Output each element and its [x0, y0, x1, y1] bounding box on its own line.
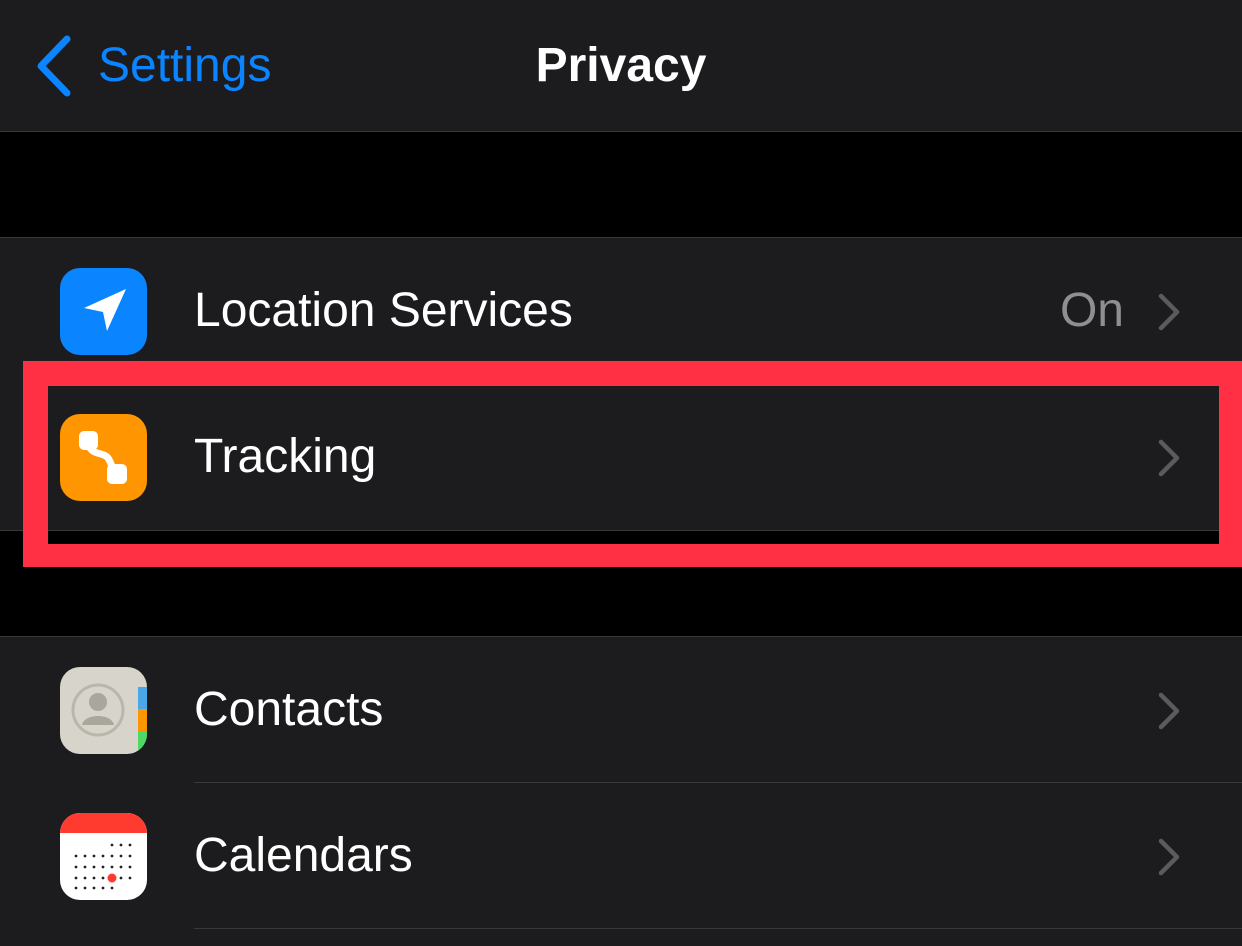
contacts-icon — [60, 667, 147, 754]
settings-group-apps: Contacts Calendars — [0, 636, 1242, 946]
calendars-label: Calendars — [194, 829, 413, 882]
chevron-right-icon — [1158, 838, 1180, 876]
settings-group-primary: Location Services On Tracking — [0, 237, 1242, 531]
contacts-row[interactable]: Contacts — [0, 637, 1242, 783]
tracking-label: Tracking — [194, 430, 377, 483]
tracking-row[interactable]: Tracking — [0, 384, 1242, 530]
row-separator — [194, 928, 1242, 929]
page-title: Privacy — [535, 39, 707, 92]
location-services-row[interactable]: Location Services On — [0, 238, 1242, 384]
chevron-right-icon — [1158, 692, 1180, 730]
chevron-right-icon — [1158, 439, 1180, 477]
navigation-bar: Settings Privacy — [0, 0, 1242, 132]
location-services-label: Location Services — [194, 284, 573, 337]
chevron-right-icon — [1158, 293, 1180, 331]
calendar-icon — [60, 813, 147, 900]
calendars-row[interactable]: Calendars — [0, 783, 1242, 929]
contacts-label: Contacts — [194, 683, 384, 736]
tracking-icon — [60, 414, 147, 501]
location-arrow-icon — [60, 268, 147, 355]
location-services-value: On — [1059, 284, 1124, 337]
